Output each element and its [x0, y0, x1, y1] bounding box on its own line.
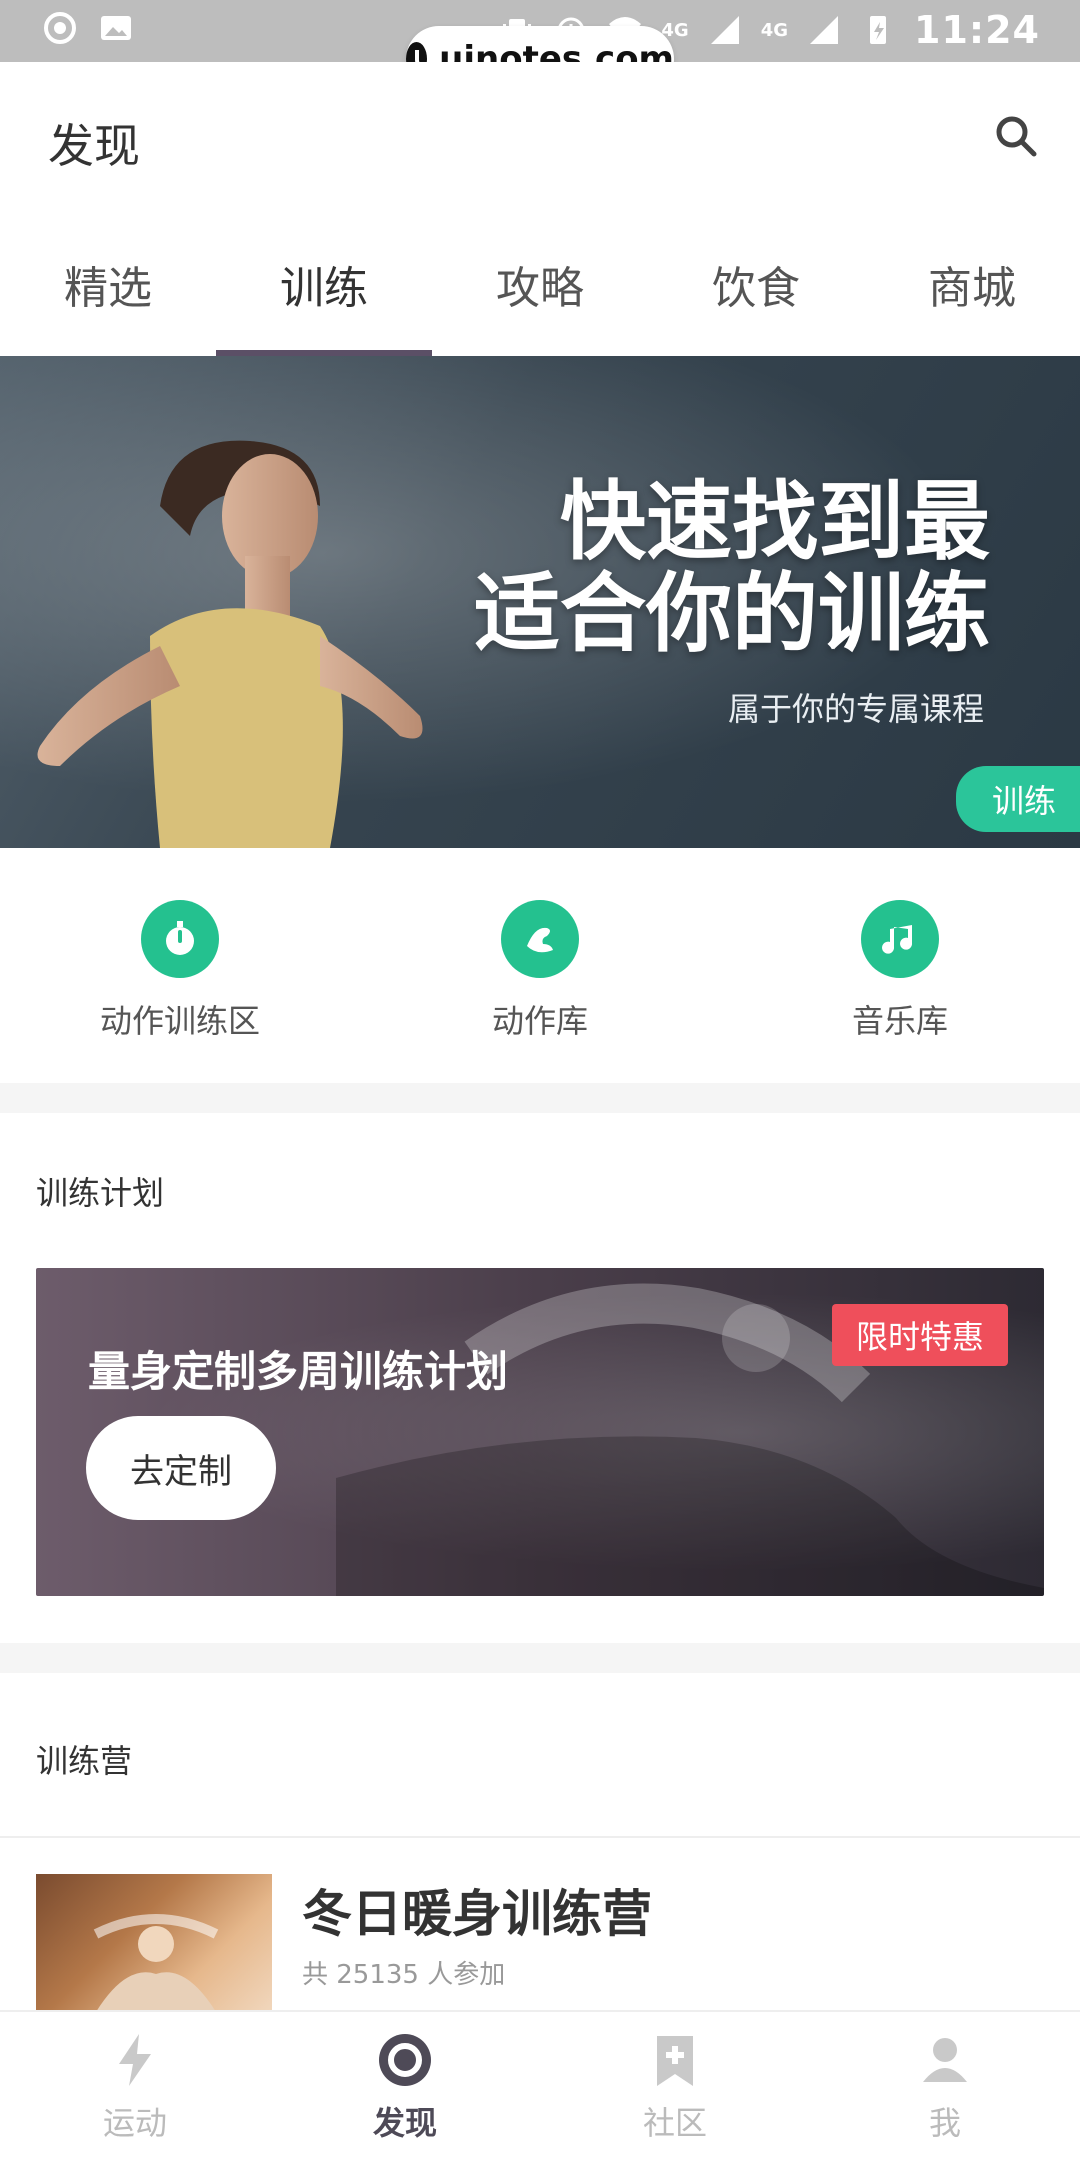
tab-selected[interactable]: 精选	[0, 212, 216, 356]
quick-action-training-zone[interactable]: 动作训练区	[80, 900, 280, 1042]
hero-title: 快速找到最 适合你的训练	[474, 476, 990, 660]
section-divider-2	[0, 1643, 1080, 1673]
nav-label-exercise: 运动	[102, 2104, 167, 2142]
quick-action-music-library[interactable]: 音乐库	[800, 900, 1000, 1042]
discover-icon	[379, 2034, 431, 2086]
network-4g-right: 4G	[760, 19, 789, 41]
camp-list-divider	[0, 1836, 1080, 1838]
status-time: 11:24	[914, 8, 1040, 52]
section-title-training-plan: 训练计划	[36, 1174, 165, 1212]
tab-store[interactable]: 商城	[864, 212, 1080, 356]
bottom-navigation: 运动 发现 社区 我	[0, 2010, 1080, 2162]
profile-icon	[923, 2038, 967, 2082]
camp-title: 冬日暖身训练营	[302, 1885, 652, 1943]
nav-label-community: 社区	[642, 2104, 707, 2142]
camp-thumbnail-art	[93, 1914, 219, 2012]
tab-diet[interactable]: 饮食	[648, 212, 864, 356]
quick-action-label: 动作库	[491, 1002, 588, 1040]
section-divider	[0, 1083, 1080, 1113]
quick-action-label: 动作训练区	[99, 1002, 260, 1040]
section-title-camp: 训练营	[36, 1742, 133, 1780]
nav-exercise[interactable]: 运动	[0, 2012, 270, 2162]
quick-actions: 动作训练区 动作库 音乐库	[0, 848, 1080, 1083]
signal-icon	[710, 16, 739, 44]
nav-community[interactable]: 社区	[540, 2012, 810, 2162]
notification-app-icon	[44, 12, 76, 44]
music-icon	[861, 900, 939, 978]
nav-discover[interactable]: 发现	[270, 2012, 540, 2162]
battery-icon	[870, 16, 887, 44]
hero-title-line1: 快速找到最	[560, 472, 990, 572]
quick-action-exercise-library[interactable]: 动作库	[440, 900, 640, 1042]
limited-offer-badge: 限时特惠	[831, 1304, 1008, 1366]
camp-participants: 共 25135 人参加	[302, 1960, 506, 1990]
stopwatch-icon	[141, 900, 219, 978]
hero-title-line2: 适合你的训练	[474, 564, 990, 664]
app-header: 发现	[0, 62, 1080, 212]
hero-badge: 训练	[955, 766, 1080, 832]
customize-button[interactable]: 去定制	[86, 1416, 276, 1520]
search-icon[interactable]	[992, 112, 1040, 160]
tab-training[interactable]: 训练	[216, 212, 432, 356]
camp-thumbnail	[36, 1874, 272, 2012]
quick-action-label: 音乐库	[851, 1002, 948, 1040]
camp-item[interactable]: 冬日暖身训练营 共 25135 人参加	[0, 1874, 1080, 2012]
tab-guides[interactable]: 攻略	[432, 212, 648, 356]
training-hero-banner[interactable]: 快速找到最 适合你的训练 属于你的专属课程 训练	[0, 356, 1080, 848]
custom-plan-card[interactable]: 量身定制多周训练计划 去定制 限时特惠	[36, 1268, 1044, 1596]
page-title: 发现	[48, 119, 140, 173]
plan-card-title: 量身定制多周训练计划	[88, 1347, 509, 1396]
community-icon	[657, 2036, 693, 2086]
athlete-illustration	[37, 440, 423, 848]
lightning-icon	[119, 2034, 151, 2086]
category-tabs: 精选 训练 攻略 饮食 商城	[0, 212, 1080, 356]
signal-icon-2	[810, 16, 839, 44]
hero-subtitle: 属于你的专属课程	[727, 690, 984, 728]
nav-profile[interactable]: 我	[810, 2012, 1080, 2162]
muscle-icon	[501, 900, 579, 978]
gallery-icon	[101, 16, 131, 40]
nav-label-discover: 发现	[372, 2104, 437, 2142]
nav-label-profile: 我	[928, 2104, 961, 2142]
